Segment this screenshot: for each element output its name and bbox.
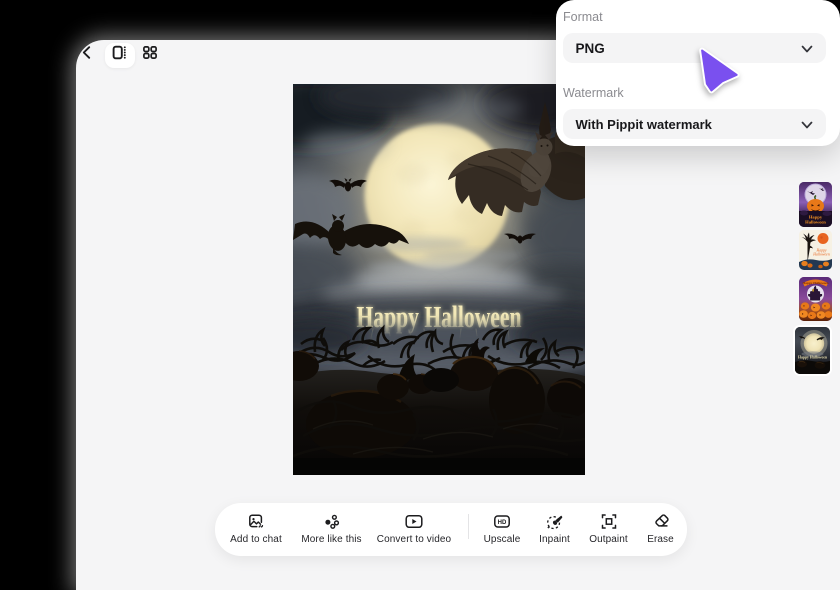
svg-text:Halloween: Halloween [812,253,830,257]
svg-text:Halloween: Halloween [805,220,826,225]
svg-text:HD: HD [498,520,507,526]
svg-text:Happy Halloween: Happy Halloween [803,281,829,285]
svg-text:Happy Halloween: Happy Halloween [798,356,828,360]
